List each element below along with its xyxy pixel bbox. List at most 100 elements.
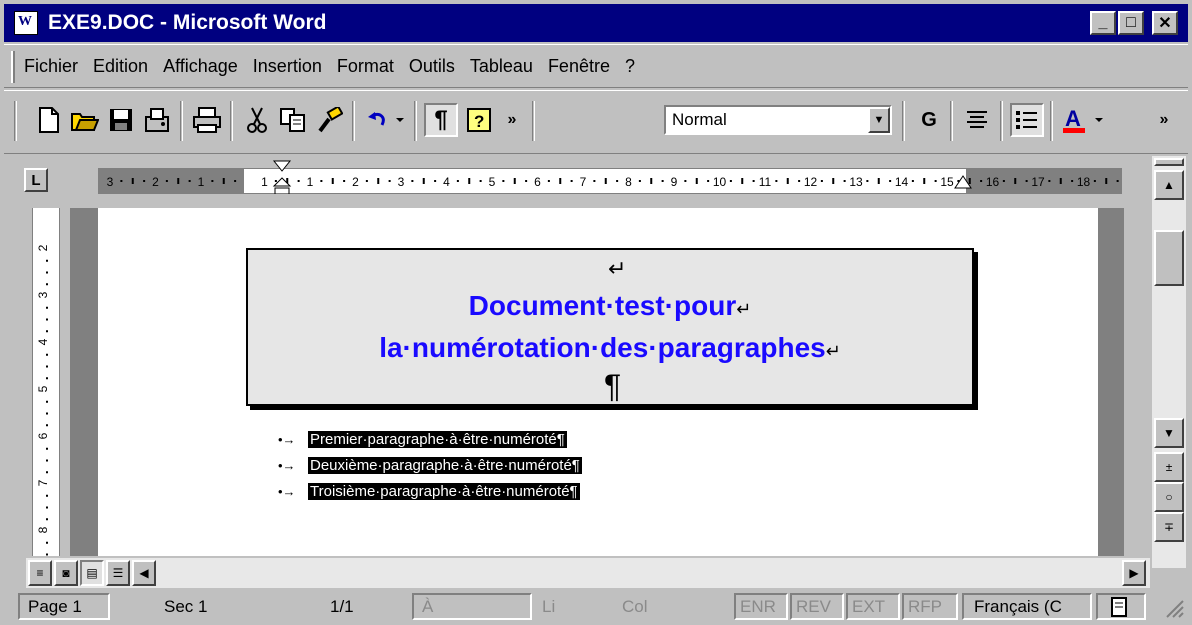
show-marks-icon[interactable]: ¶ [424, 103, 458, 137]
menu-fenetre[interactable]: Fenêtre [548, 56, 610, 77]
scroll-thumb[interactable] [1154, 230, 1184, 286]
horizontal-scrollbar[interactable]: ≡ ◙ ▤ ☰ ◀ ▶ [26, 558, 1150, 588]
ruler-tick [616, 180, 619, 182]
scroll-up-button[interactable]: ▲ [1154, 170, 1184, 200]
close-button[interactable]: ✕ [1152, 11, 1178, 35]
resize-grip[interactable] [1164, 598, 1184, 618]
style-select[interactable]: Normal ▼ [664, 105, 892, 135]
vertical-ruler-label: 2 [36, 244, 50, 251]
bullets-icon[interactable] [1010, 103, 1044, 137]
spelling-status-icon[interactable] [1096, 593, 1146, 620]
document-page[interactable]: ↵ Document·test·pour↵ la·numérotation·de… [98, 208, 1098, 556]
word-app-icon[interactable] [14, 11, 38, 35]
menu-affichage[interactable]: Affichage [163, 56, 238, 77]
menu-outils[interactable]: Outils [409, 56, 455, 77]
status-pages: 1/1 [330, 596, 354, 616]
svg-text:A: A [1065, 106, 1081, 131]
copy-icon[interactable] [276, 103, 310, 137]
split-handle[interactable] [1154, 158, 1184, 166]
ruler-label: 14 [895, 175, 909, 189]
page-view-icon[interactable]: ▤ [80, 560, 104, 586]
new-icon[interactable] [32, 103, 66, 137]
menu-grip[interactable] [11, 51, 15, 83]
ruler-label: 1 [261, 175, 268, 189]
right-indent-marker[interactable] [954, 174, 972, 195]
normal-view-icon[interactable]: ≡ [28, 560, 52, 586]
toolbar-grip[interactable] [14, 101, 17, 141]
maximize-button[interactable]: □ [1118, 11, 1144, 35]
list-item[interactable]: •→ Premier·paragraphe·à·être·numéroté¶ [278, 428, 567, 450]
vertical-ruler-tick [46, 553, 48, 556]
list-item[interactable]: •→ Troisième·paragraphe·à·être·numéroté¶ [278, 480, 580, 502]
open-icon[interactable] [68, 103, 102, 137]
ruler-tick [911, 180, 914, 182]
web-view-icon[interactable]: ◙ [54, 560, 78, 586]
status-enr[interactable]: ENR [734, 593, 788, 620]
align-center-icon[interactable] [960, 103, 994, 137]
menu-insertion[interactable]: Insertion [253, 56, 322, 77]
toolbar-more-button[interactable]: » [500, 103, 524, 137]
heading-line-1[interactable]: Document·test·pour↵ [248, 290, 972, 322]
outline-view-icon[interactable]: ☰ [106, 560, 130, 586]
chevron-down-icon[interactable]: ▼ [868, 107, 890, 133]
scroll-right-button[interactable]: ▶ [1122, 560, 1146, 586]
ruler-tick [1002, 180, 1005, 182]
browse-object-button[interactable]: ○ [1154, 482, 1184, 512]
fax-icon[interactable] [140, 103, 174, 137]
vertical-scrollbar[interactable]: ▲ ▼ ± ○ ∓ [1152, 156, 1186, 568]
menu-help[interactable]: ? [625, 56, 635, 77]
list-item[interactable]: •→ Deuxième·paragraphe·à·être·numéroté¶ [278, 454, 582, 476]
vertical-ruler[interactable]: 2 3 4 5 6 7 8 [26, 208, 70, 568]
ruler-tick [434, 180, 437, 182]
save-icon[interactable] [104, 103, 138, 137]
ruler-tick [411, 180, 414, 182]
font-color-icon[interactable]: A [1060, 103, 1112, 137]
list-item-text[interactable]: Deuxième·paragraphe·à·être·numéroté¶ [308, 456, 582, 474]
vertical-ruler-label: 7 [36, 479, 50, 486]
document-area[interactable]: ↵ Document·test·pour↵ la·numérotation·de… [70, 208, 1124, 556]
list-item-text[interactable]: Troisième·paragraphe·à·être·numéroté¶ [308, 482, 580, 500]
status-ext[interactable]: EXT [846, 593, 900, 620]
tab-selector-button[interactable]: L [24, 168, 48, 192]
menu-format[interactable]: Format [337, 56, 394, 77]
heading-line-2[interactable]: la·numérotation·des·paragraphes↵ [248, 332, 972, 364]
vertical-ruler-tick [46, 400, 48, 403]
format-painter-icon[interactable] [312, 103, 346, 137]
previous-page-button[interactable]: ± [1154, 452, 1184, 482]
print-icon[interactable] [190, 103, 224, 137]
scroll-down-button[interactable]: ▼ [1154, 418, 1184, 448]
next-page-button[interactable]: ∓ [1154, 512, 1184, 542]
ruler-tick [502, 180, 505, 182]
list-item-text[interactable]: Premier·paragraphe·à·être·numéroté¶ [308, 430, 567, 448]
bold-button[interactable]: G [912, 103, 946, 137]
ruler-label: 1 [307, 175, 314, 189]
heading-frame[interactable]: ↵ Document·test·pour↵ la·numérotation·de… [246, 248, 974, 406]
minimize-button[interactable]: _ [1090, 11, 1116, 35]
menu-bar: Fichier Edition Affichage Insertion Form… [4, 44, 1188, 88]
ruler-tick [222, 178, 225, 184]
menu-fichier[interactable]: Fichier [24, 56, 78, 77]
help-icon[interactable]: ? [462, 103, 496, 137]
vertical-ruler-tick [46, 330, 48, 333]
first-line-indent-marker[interactable] [272, 160, 292, 199]
menu-edition[interactable]: Edition [93, 56, 148, 77]
ruler-tick [1048, 180, 1051, 182]
menu-tableau[interactable]: Tableau [470, 56, 533, 77]
scroll-left-button[interactable]: ◀ [132, 560, 156, 586]
ruler-tick [188, 180, 191, 182]
ruler-tick [143, 180, 146, 182]
vertical-ruler-scale: 2 3 4 5 6 7 8 [36, 244, 50, 568]
status-rev[interactable]: REV [790, 593, 844, 620]
ruler-tick [638, 180, 641, 182]
status-language[interactable]: Français (C [962, 593, 1092, 620]
ruler-tick [570, 180, 573, 182]
status-rfp[interactable]: RFP [902, 593, 958, 620]
undo-icon[interactable] [362, 103, 410, 137]
cut-icon[interactable] [240, 103, 274, 137]
toolbar-more-button-2[interactable]: » [1152, 103, 1176, 137]
ruler-tick [661, 180, 664, 182]
vertical-ruler-tick [46, 506, 48, 509]
vertical-ruler-label: 5 [36, 385, 50, 392]
ruler-tick [177, 178, 180, 184]
toolbar-grip[interactable] [532, 101, 535, 141]
